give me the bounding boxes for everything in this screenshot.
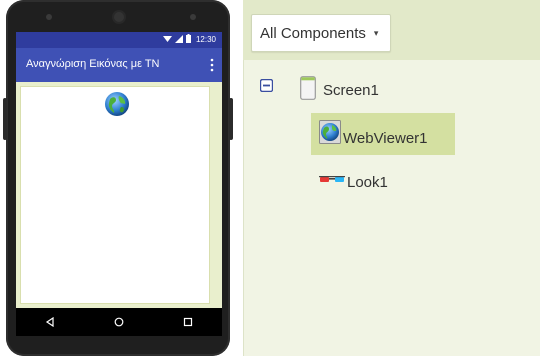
webviewer-globe-icon xyxy=(319,120,341,148)
webviewer-preview[interactable] xyxy=(20,86,210,304)
recents-square-icon[interactable] xyxy=(168,308,208,336)
tree-item-label: WebViewer1 xyxy=(343,129,428,147)
android-nav-bar xyxy=(16,308,222,336)
tree-item-label: Screen1 xyxy=(323,81,379,99)
wifi-icon xyxy=(162,35,172,45)
home-circle-icon[interactable] xyxy=(99,308,139,336)
app-title-bar: Αναγνώριση Εικόνας με ΤΝ xyxy=(16,48,222,82)
tree-item-webviewer1[interactable]: WebViewer1 xyxy=(311,113,455,155)
screen-content xyxy=(16,82,222,308)
tree-item-screen1[interactable]: Screen1 xyxy=(300,74,379,106)
more-vert-icon[interactable] xyxy=(209,57,215,73)
phone-side-button-right xyxy=(229,98,233,140)
status-bar: 12:30 xyxy=(16,32,222,48)
phone-camera xyxy=(114,12,124,22)
status-icons: 12:30 xyxy=(162,34,216,45)
look-glasses-icon xyxy=(319,172,345,189)
signal-icon xyxy=(174,34,183,45)
tree-item-label: Look1 xyxy=(347,173,388,191)
status-time: 12:30 xyxy=(195,35,216,44)
battery-icon xyxy=(185,34,191,45)
screen-icon xyxy=(300,76,316,104)
chevron-down-icon: ▾ xyxy=(373,27,379,38)
all-components-dropdown[interactable]: All Components ▾ xyxy=(251,14,392,52)
phone-screen: 12:30 Αναγνώριση Εικόνας με ΤΝ xyxy=(16,32,222,336)
app-title: Αναγνώριση Εικόνας με ΤΝ xyxy=(26,58,160,70)
collapse-minus-icon[interactable] xyxy=(259,78,274,97)
tree-item-look1[interactable]: Look1 xyxy=(319,166,388,194)
all-components-label: All Components xyxy=(260,24,366,42)
phone-speaker-dot-right xyxy=(190,14,196,20)
phone-side-button-left xyxy=(3,98,7,140)
phone-preview: 12:30 Αναγνώριση Εικόνας με ΤΝ xyxy=(3,0,233,356)
back-triangle-icon[interactable] xyxy=(30,308,70,336)
app-inventor-designer: 12:30 Αναγνώριση Εικόνας με ΤΝ All Compo… xyxy=(0,0,540,356)
globe-icon xyxy=(104,91,130,122)
components-panel: All Components ▾ Screen1 WebViewer1 Look… xyxy=(243,0,540,356)
phone-speaker-dot-left xyxy=(46,14,52,20)
components-panel-header: All Components ▾ xyxy=(243,0,540,60)
